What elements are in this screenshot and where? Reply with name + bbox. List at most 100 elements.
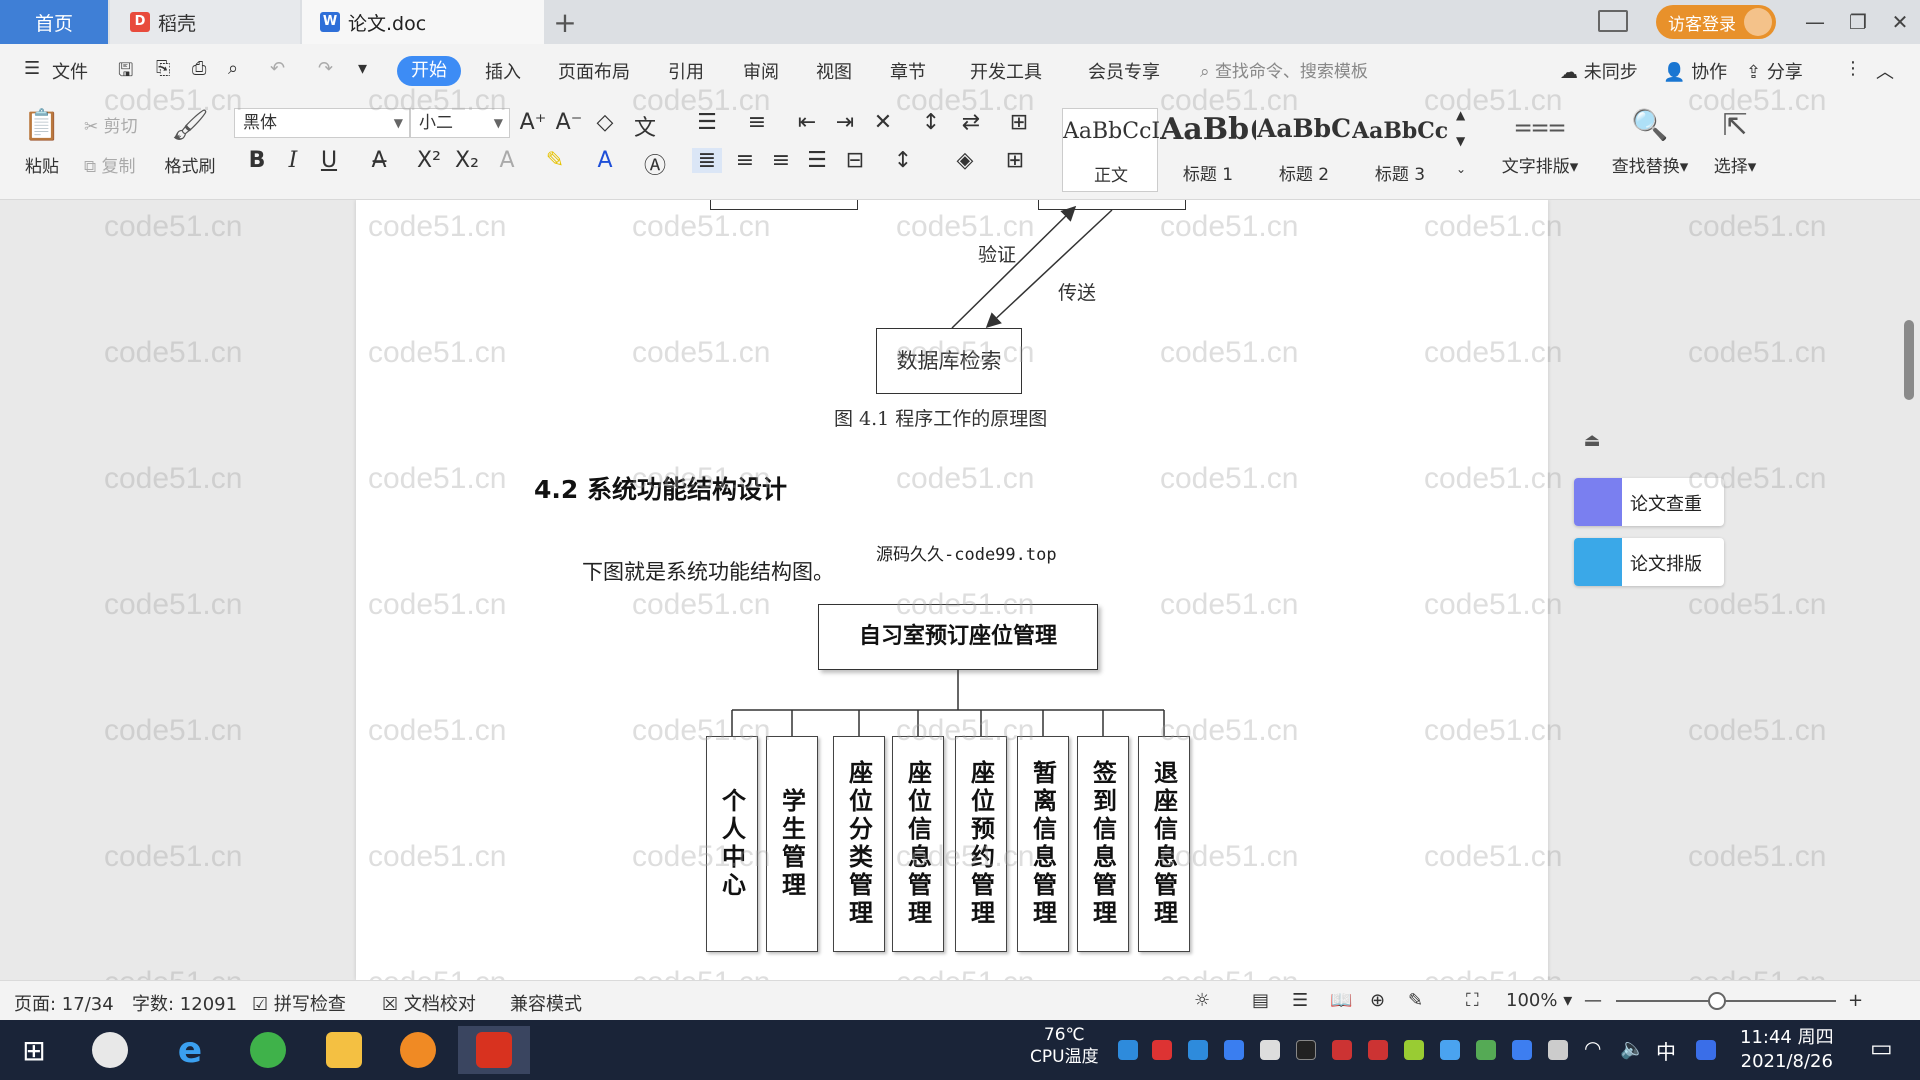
menu-review[interactable]: 审阅 <box>743 58 779 84</box>
zoom-out-icon[interactable]: — <box>1584 990 1602 1011</box>
start-button[interactable]: ⊞ <box>4 1026 64 1074</box>
find-replace-button[interactable]: 🔍 查找替换▾ <box>1600 108 1700 177</box>
write-mode-icon[interactable]: ✎ <box>1408 990 1423 1011</box>
undo-icon[interactable]: ↶ <box>270 58 285 79</box>
select-button[interactable]: ⇱ 选择▾ <box>1690 108 1780 177</box>
sort-icon[interactable]: ↕ <box>916 110 946 135</box>
web-view-icon[interactable]: ⊕ <box>1370 990 1385 1011</box>
menu-reference[interactable]: 引用 <box>668 58 704 84</box>
zoom-select[interactable]: 100% ▾ <box>1506 990 1572 1011</box>
distributed-align-icon[interactable]: ⊟ <box>840 148 870 173</box>
style-heading-3[interactable]: AaBbCcl 标题 3 <box>1352 108 1448 192</box>
export-icon[interactable]: ⎘ <box>156 58 170 79</box>
share-button[interactable]: ⇪ 分享 <box>1746 58 1803 84</box>
window-layout-icon[interactable] <box>1598 10 1628 32</box>
tab-stops-icon[interactable]: ⊞ <box>1004 110 1034 135</box>
command-search[interactable]: ⌕ 查找命令、搜索模板 <box>1200 57 1368 82</box>
nvidia-icon[interactable] <box>1476 1040 1496 1060</box>
taskbar-browser[interactable] <box>238 1026 298 1074</box>
page-view-icon[interactable]: ▤ <box>1252 990 1269 1011</box>
input-method-icon[interactable] <box>1696 1040 1716 1060</box>
format-painter-button[interactable]: 🖌 格式刷 <box>150 108 230 177</box>
notification-icon[interactable]: ▭ <box>1870 1034 1893 1062</box>
eye-protection-icon[interactable]: ☼ <box>1194 990 1210 1011</box>
italic-icon[interactable]: I <box>278 148 308 173</box>
show-marks-icon[interactable]: ⇄ <box>956 110 986 135</box>
style-normal[interactable]: AaBbCcI 正文 <box>1062 108 1159 192</box>
wifi-icon[interactable]: ◠ <box>1584 1036 1601 1060</box>
paper-layout-button[interactable]: 论文排版 <box>1574 538 1724 586</box>
taskbar-app-1[interactable] <box>80 1026 140 1074</box>
font-name-select[interactable]: 黑体 ▼ <box>234 108 410 138</box>
tray-app-icon[interactable] <box>1152 1040 1172 1060</box>
styles-scroll-up-icon[interactable]: ▲ <box>1456 108 1465 122</box>
decrease-font-icon[interactable]: A⁻ <box>554 110 584 135</box>
styles-scroll-down-icon[interactable]: ▼ <box>1456 134 1465 148</box>
outline-view-icon[interactable]: ☰ <box>1292 990 1308 1011</box>
taskbar-app-orange[interactable] <box>388 1026 448 1074</box>
text-effect-icon[interactable]: A <box>492 148 522 173</box>
plagiarism-check-button[interactable]: 论文查重 <box>1574 478 1724 526</box>
redo-icon[interactable]: ↷ <box>318 58 333 79</box>
scrollbar-thumb[interactable] <box>1904 320 1914 400</box>
zoom-slider[interactable] <box>1616 1000 1836 1002</box>
character-border-icon[interactable]: Ⓐ <box>640 148 670 180</box>
menu-start[interactable]: 开始 <box>397 56 461 86</box>
bold-icon[interactable]: B <box>242 148 272 173</box>
close-icon[interactable]: ✕ <box>1880 6 1920 38</box>
line-spacing-icon[interactable]: ↕ <box>888 148 918 173</box>
tray-app-icon[interactable] <box>1440 1040 1460 1060</box>
document-canvas[interactable]: 验证 传送 数据库检索 图 4.1 程序工作的原理图 4.2 系统功能结构设计 … <box>0 200 1920 980</box>
menu-view[interactable]: 视图 <box>816 58 852 84</box>
strikethrough-icon[interactable]: A̶ <box>364 148 394 173</box>
guest-login-button[interactable]: 访客登录 <box>1656 5 1776 39</box>
restore-icon[interactable]: ❐ <box>1838 6 1878 38</box>
spell-check-toggle[interactable]: ☑ 拼写检查 <box>252 990 346 1016</box>
menu-insert[interactable]: 插入 <box>485 58 521 84</box>
underline-icon[interactable]: U <box>314 148 344 173</box>
taskbar-wps[interactable] <box>458 1026 530 1074</box>
read-mode-icon[interactable]: 📖 <box>1330 990 1352 1011</box>
volume-icon[interactable]: 🔈 <box>1620 1036 1645 1060</box>
tab-home[interactable]: 首页 <box>0 0 108 44</box>
align-center-icon[interactable]: ≡ <box>730 148 760 173</box>
zoom-slider-handle[interactable] <box>1708 992 1726 1010</box>
menu-file[interactable]: 文件 <box>52 58 88 84</box>
zoom-in-icon[interactable]: + <box>1848 990 1863 1011</box>
bullet-list-icon[interactable]: ☰ <box>692 110 722 135</box>
tray-app-icon[interactable] <box>1332 1040 1352 1060</box>
justify-icon[interactable]: ☰ <box>802 148 832 173</box>
increase-font-icon[interactable]: A⁺ <box>518 110 548 135</box>
bluetooth-icon[interactable] <box>1512 1040 1532 1060</box>
font-size-select[interactable]: 小二 ▼ <box>410 108 510 138</box>
tab-document[interactable]: W 论文.doc <box>302 0 544 44</box>
sync-status-button[interactable]: ☁ 未同步 <box>1560 58 1638 84</box>
tray-app-icon[interactable] <box>1188 1040 1208 1060</box>
vertical-scrollbar[interactable] <box>1900 200 1920 980</box>
clear-format-icon[interactable]: ◇ <box>590 110 620 135</box>
bell-icon[interactable] <box>1260 1040 1280 1060</box>
cpu-temperature[interactable]: 76℃ CPU温度 <box>1030 1024 1099 1068</box>
align-right-icon[interactable]: ≡ <box>766 148 796 173</box>
shading-icon[interactable]: ◈ <box>950 148 980 173</box>
text-layout-button[interactable]: ⩶ 文字排版▾ <box>1490 108 1590 177</box>
word-count[interactable]: 字数: 12091 <box>132 990 237 1016</box>
menu-chapter[interactable]: 章节 <box>890 58 926 84</box>
numbered-list-icon[interactable]: ≡ <box>742 110 772 135</box>
new-tab-button[interactable]: + <box>550 0 580 44</box>
copy-button[interactable]: ⧉ 复制 <box>84 152 136 177</box>
system-clock[interactable]: 11:44 周四 2021/8/26 <box>1740 1026 1834 1074</box>
style-heading-2[interactable]: AaBbC 标题 2 <box>1256 108 1352 192</box>
increase-indent-icon[interactable]: ⇥ <box>830 110 860 135</box>
decrease-indent-icon[interactable]: ⇤ <box>792 110 822 135</box>
page-indicator[interactable]: 页面: 17/34 <box>14 990 114 1016</box>
document-page[interactable]: 验证 传送 数据库检索 图 4.1 程序工作的原理图 4.2 系统功能结构设计 … <box>356 200 1548 980</box>
font-color-icon[interactable]: A <box>590 148 620 173</box>
taskbar-ie[interactable]: e <box>160 1026 220 1074</box>
collaborate-button[interactable]: 👤 协作 <box>1663 58 1727 84</box>
align-left-icon[interactable]: ≣ <box>692 148 722 173</box>
print-icon[interactable]: ⎙ <box>192 58 206 79</box>
qq-icon[interactable] <box>1296 1040 1316 1060</box>
taskbar-file-explorer[interactable] <box>314 1026 374 1074</box>
ime-indicator[interactable]: 中 <box>1656 1036 1676 1065</box>
